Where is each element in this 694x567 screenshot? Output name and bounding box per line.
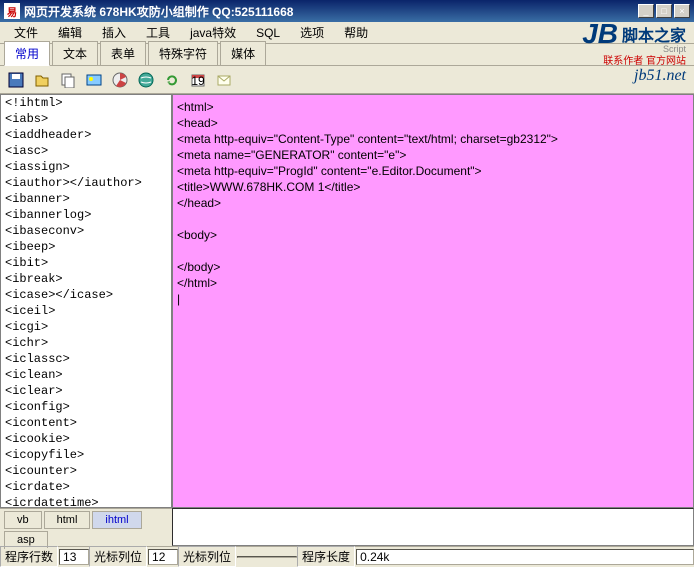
tab-0[interactable]: 常用 (4, 41, 50, 66)
tab-3[interactable]: 特殊字符 (148, 41, 218, 65)
copy-icon[interactable] (58, 70, 78, 90)
window-controls: _ □ × (638, 4, 690, 18)
editor-line: </html> (177, 275, 689, 291)
editor-line: <meta http-equiv="Content-Type" content=… (177, 131, 689, 147)
menu-7[interactable]: 帮助 (334, 21, 378, 44)
sidebar-item[interactable]: <iassign> (1, 159, 171, 175)
close-button[interactable]: × (674, 4, 690, 18)
sidebar-item[interactable]: <iconfig> (1, 399, 171, 415)
sidebar-item[interactable]: <!ihtml> (1, 95, 171, 111)
main-area: <!ihtml><iabs><iaddheader><iasc><iassign… (0, 94, 694, 508)
editor-line (177, 211, 689, 227)
sidebar-item[interactable]: <icgi> (1, 319, 171, 335)
editor-line (177, 243, 689, 259)
sidebar-item[interactable]: <icopyfile> (1, 447, 171, 463)
bottom-tab-bar: vbhtmlihtmlasp (0, 508, 172, 546)
sidebar-item[interactable]: <ibeep> (1, 239, 171, 255)
calendar-icon[interactable]: 19 (188, 70, 208, 90)
app-icon: 易 (4, 3, 20, 19)
code-editor[interactable]: <html><head><meta http-equiv="Content-Ty… (172, 94, 694, 508)
status-col-value: 12 (148, 549, 178, 565)
sidebar-item[interactable]: <iclean> (1, 367, 171, 383)
sidebar-item[interactable]: <icontent> (1, 415, 171, 431)
tab-1[interactable]: 文本 (52, 41, 98, 65)
sidebar-item[interactable]: <iabs> (1, 111, 171, 127)
sidebar-item[interactable]: <ibaseconv> (1, 223, 171, 239)
status-lines-label: 程序行数 (5, 548, 53, 565)
editor-line: <html> (177, 99, 689, 115)
tab-4[interactable]: 媒体 (220, 41, 266, 65)
envelope-icon[interactable] (214, 70, 234, 90)
sidebar-list[interactable]: <!ihtml><iabs><iaddheader><iasc><iassign… (0, 94, 172, 508)
status-row-value (237, 556, 297, 558)
status-len-label: 程序长度 (302, 548, 350, 565)
menu-5[interactable]: SQL (246, 23, 290, 43)
titlebar: 易 网页开发系统 678HK攻防小组制作 QQ:525111668 _ □ × (0, 0, 694, 22)
editor-line: <body> (177, 227, 689, 243)
editor-line: <meta name="GENERATOR" content="e"> (177, 147, 689, 163)
editor-line: </head> (177, 195, 689, 211)
sidebar-item[interactable]: <iauthor></iauthor> (1, 175, 171, 191)
refresh-icon[interactable] (162, 70, 182, 90)
statusbar: 程序行数 13 光标列位 12 光标列位 程序长度 0.24k (0, 546, 694, 566)
sidebar-item[interactable]: <ibit> (1, 255, 171, 271)
editor-line: <title>WWW.678HK.COM 1</title> (177, 179, 689, 195)
svg-text:19: 19 (191, 74, 205, 88)
sidebar-item[interactable]: <icounter> (1, 463, 171, 479)
sidebar-item[interactable]: <iclassc> (1, 351, 171, 367)
fan-icon[interactable] (110, 70, 130, 90)
tab-2[interactable]: 表单 (100, 41, 146, 65)
status-lines-value: 13 (59, 549, 89, 565)
sidebar-item[interactable]: <iaddheader> (1, 127, 171, 143)
editor-line: <head> (177, 115, 689, 131)
sidebar-item[interactable]: <iceil> (1, 303, 171, 319)
status-row-label: 光标列位 (183, 548, 231, 565)
status-len-value: 0.24k (356, 549, 694, 565)
sidebar-item[interactable]: <icase></icase> (1, 287, 171, 303)
sidebar-item[interactable]: <iclear> (1, 383, 171, 399)
status-col-label: 光标列位 (94, 548, 142, 565)
open-icon[interactable] (32, 70, 52, 90)
sidebar-item[interactable]: <ichr> (1, 335, 171, 351)
menu-6[interactable]: 选项 (290, 21, 334, 44)
sidebar-item[interactable]: <ibannerlog> (1, 207, 171, 223)
window-title: 网页开发系统 678HK攻防小组制作 QQ:525111668 (24, 3, 638, 20)
image-icon[interactable] (84, 70, 104, 90)
maximize-button[interactable]: □ (656, 4, 672, 18)
minimize-button[interactable]: _ (638, 4, 654, 18)
sidebar-item[interactable]: <iasc> (1, 143, 171, 159)
bottom-tab-ihtml[interactable]: ihtml (92, 511, 141, 529)
sidebar-item[interactable]: <icrdate> (1, 479, 171, 495)
editor-line: | (177, 291, 689, 307)
editor-line: </body> (177, 259, 689, 275)
tab-bar: 常用文本表单特殊字符媒体 (0, 44, 694, 66)
bottom-panel (172, 508, 694, 546)
globe-icon[interactable] (136, 70, 156, 90)
bottom-area: vbhtmlihtmlasp (0, 508, 694, 546)
sidebar-item[interactable]: <icrdatetime> (1, 495, 171, 508)
sidebar-item[interactable]: <icookie> (1, 431, 171, 447)
bottom-tab-html[interactable]: html (44, 511, 91, 529)
save-icon[interactable] (6, 70, 26, 90)
toolbar: 19 (0, 66, 694, 94)
sidebar-item[interactable]: <ibreak> (1, 271, 171, 287)
sidebar-item[interactable]: <ibanner> (1, 191, 171, 207)
editor-line: <meta http-equiv="ProgId" content="e.Edi… (177, 163, 689, 179)
bottom-tab-vb[interactable]: vb (4, 511, 42, 529)
